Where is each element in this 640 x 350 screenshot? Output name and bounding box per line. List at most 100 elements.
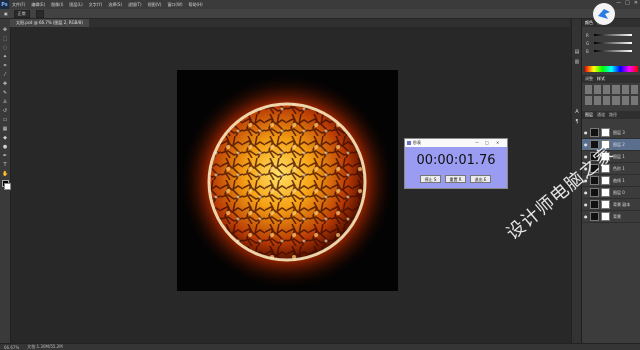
visibility-eye-icon[interactable]: ● (584, 142, 588, 147)
tools-panel: ✥ ⬚ ◌ ✦ ⌗ ⁄ ✚ ✎ ♙ ↺ ▭ ▦ ◆ ● ✒ T ✋ (0, 19, 11, 343)
visibility-eye-icon[interactable]: ● (584, 202, 588, 207)
type-tool-icon[interactable]: T (2, 162, 8, 168)
close-button[interactable]: ✕ (634, 0, 638, 6)
character-panel-icon[interactable]: A (574, 109, 580, 115)
marquee-tool-icon[interactable]: ⬚ (2, 36, 8, 42)
layer-mask-thumbnail (601, 212, 610, 221)
layer-row[interactable]: ● 图层 3 (582, 127, 640, 139)
layer-mask-thumbnail (601, 176, 610, 185)
eraser-tool-icon[interactable]: ▭ (2, 117, 8, 123)
document-info: 文档:1.30M/55.2M (27, 344, 63, 349)
style-swatch[interactable] (612, 96, 620, 105)
layer-mask-thumbnail (601, 188, 610, 197)
stopwatch-reset-button[interactable]: 重置 R (445, 175, 466, 183)
style-swatch[interactable] (585, 85, 593, 94)
menu-edit[interactable]: 编辑(E) (28, 2, 48, 8)
stopwatch-close-button[interactable]: ✕ (496, 140, 499, 145)
style-swatch[interactable] (621, 85, 629, 94)
menu-window[interactable]: 窗口(W) (164, 2, 185, 8)
layer-mask-thumbnail (601, 200, 610, 209)
menu-help[interactable]: 帮助(H) (186, 2, 206, 8)
stamp-tool-icon[interactable]: ♙ (2, 99, 8, 105)
layer-mask-thumbnail (601, 128, 610, 137)
tab-paths[interactable]: 路径 (609, 112, 617, 118)
style-swatch[interactable] (621, 96, 629, 105)
slider-g-label: G (586, 41, 590, 46)
styles-panel-tabs: 调整 样式 (582, 75, 640, 83)
status-bar: 66.67% 文档:1.30M/55.2M (0, 343, 640, 350)
stopwatch-titlebar[interactable]: 秒表 — □ ✕ (405, 139, 507, 147)
crop-tool-icon[interactable]: ⌗ (2, 63, 8, 69)
stopwatch-minimize-button[interactable]: — (475, 140, 479, 145)
style-swatch[interactable] (630, 96, 638, 105)
lasso-tool-icon[interactable]: ◌ (2, 45, 8, 51)
gradient-tool-icon[interactable]: ▦ (2, 126, 8, 132)
maximize-button[interactable]: □ (625, 0, 630, 6)
menu-image[interactable]: 图像(I) (48, 2, 66, 8)
layer-thumbnail (590, 188, 599, 197)
visibility-eye-icon[interactable]: ● (584, 190, 588, 195)
menu-bar: Ps 文件(F) 编辑(E) 图像(I) 图层(L) 文字(Y) 选择(S) 滤… (0, 0, 640, 9)
move-tool-icon[interactable]: ✥ (2, 27, 8, 33)
style-swatch[interactable] (603, 85, 611, 94)
style-swatch[interactable] (612, 85, 620, 94)
layer-name: 曲线 1 (613, 178, 625, 183)
menu-view[interactable]: 视图(V) (145, 2, 165, 8)
history-brush-tool-icon[interactable]: ↺ (2, 108, 8, 114)
options-field[interactable] (35, 9, 44, 18)
document-tab[interactable]: 太阳.psd @ 66.7% (图层 2, RGB/8) (10, 19, 89, 27)
tab-layers[interactable]: 图层 (585, 112, 593, 118)
style-swatch[interactable] (585, 96, 593, 105)
history-panel-icon[interactable]: ▤ (574, 49, 580, 55)
brush-tool-icon[interactable]: ✎ (2, 90, 8, 96)
minimize-button[interactable]: — (616, 0, 621, 6)
layer-thumbnail (590, 128, 599, 137)
options-bar: ▣ 正常 (0, 9, 640, 19)
tab-color[interactable]: 颜色 (585, 20, 593, 26)
layer-name: 图层 0 (613, 190, 625, 195)
style-swatch[interactable] (603, 96, 611, 105)
dodge-tool-icon[interactable]: ● (2, 144, 8, 150)
blur-tool-icon[interactable]: ◆ (2, 135, 8, 141)
stopwatch-exit-button[interactable]: 退出 E (470, 175, 491, 183)
layer-row[interactable]: ● 背景 (582, 211, 640, 223)
eyedropper-tool-icon[interactable]: ⁄ (2, 72, 8, 78)
menu-file[interactable]: 文件(F) (9, 2, 28, 8)
stopwatch-pause-button[interactable]: 停止 S (420, 175, 441, 183)
tab-adjustments[interactable]: 调整 (585, 76, 593, 82)
style-swatch[interactable] (594, 96, 602, 105)
stopwatch-time: 00:00:01.76 (416, 153, 496, 168)
slider-r[interactable]: R (586, 33, 638, 38)
blend-mode-select[interactable]: 正常 (13, 9, 30, 18)
window-controls: — □ ✕ (616, 0, 638, 6)
pen-tool-icon[interactable]: ✒ (2, 153, 8, 159)
stopwatch-title: 秒表 (413, 140, 421, 145)
style-swatch[interactable] (630, 85, 638, 94)
quick-select-tool-icon[interactable]: ✦ (2, 54, 8, 60)
healing-tool-icon[interactable]: ✚ (2, 81, 8, 87)
stopwatch-body: 00:00:01.76 停止 S 重置 R 退出 E (405, 147, 507, 188)
stopwatch-maximize-button[interactable]: □ (485, 140, 489, 145)
tab-channels[interactable]: 通道 (597, 112, 605, 118)
document-canvas[interactable] (177, 70, 398, 291)
tool-preset-icon[interactable]: ▣ (4, 11, 8, 16)
menu-select[interactable]: 选择(S) (105, 2, 125, 8)
visibility-eye-icon[interactable]: ● (584, 214, 588, 219)
layer-row[interactable]: ● 图层 0 (582, 187, 640, 199)
hand-tool-icon[interactable]: ✋ (2, 171, 8, 177)
layer-row[interactable]: ● 背景 副本 (582, 199, 640, 211)
zoom-level[interactable]: 66.67% (4, 345, 19, 350)
menu-filter[interactable]: 滤镜(T) (125, 2, 145, 8)
tab-styles[interactable]: 样式 (597, 76, 605, 82)
menu-layer[interactable]: 图层(L) (66, 2, 85, 8)
menu-type[interactable]: 文字(Y) (86, 2, 106, 8)
properties-panel-icon[interactable]: ▥ (574, 59, 580, 65)
color-spectrum[interactable] (585, 66, 638, 72)
paragraph-panel-icon[interactable]: ¶ (574, 119, 580, 125)
background-color-swatch[interactable] (4, 183, 11, 190)
slider-g[interactable]: G (586, 41, 638, 46)
style-swatch[interactable] (594, 85, 602, 94)
slider-b[interactable]: B (586, 49, 638, 54)
layer-name: 图层 3 (613, 130, 625, 135)
visibility-eye-icon[interactable]: ● (584, 130, 588, 135)
